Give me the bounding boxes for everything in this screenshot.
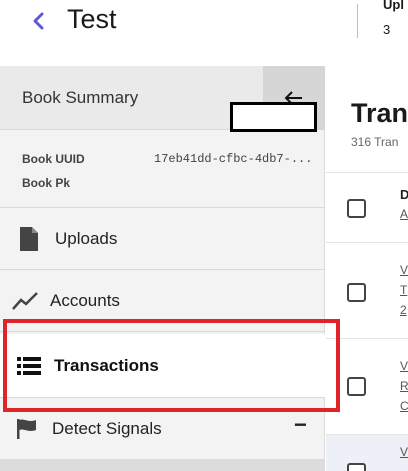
table-header-row: D A bbox=[326, 172, 408, 242]
transactions-count: 316 Tran bbox=[351, 135, 399, 149]
chevron-left-icon bbox=[33, 12, 44, 30]
row-checkbox[interactable] bbox=[347, 463, 366, 471]
row-cell[interactable]: R bbox=[400, 379, 408, 393]
uploads-count-value: 3 bbox=[383, 22, 391, 37]
sidebar-item-label: Accounts bbox=[50, 290, 120, 310]
transactions-title: Tran bbox=[351, 98, 408, 128]
list-icon bbox=[16, 353, 42, 379]
row-cell[interactable]: C bbox=[400, 399, 408, 413]
sidebar-item-label: Detect Signals bbox=[52, 418, 162, 438]
book-uuid-label: Book UUID bbox=[22, 152, 85, 166]
uploads-count-label: Upl bbox=[383, 0, 404, 12]
row-cell[interactable]: V bbox=[400, 445, 408, 459]
table-row[interactable]: V bbox=[326, 434, 408, 471]
column-header-link[interactable]: A bbox=[400, 207, 408, 221]
book-uuid-value: 17eb41dd-cfbc-4db7-... bbox=[154, 152, 313, 166]
book-info-panel: Book UUID 17eb41dd-cfbc-4db7-... Book Pk bbox=[0, 130, 325, 208]
flag-icon bbox=[14, 416, 40, 442]
sidebar-footer bbox=[0, 459, 325, 471]
row-checkbox[interactable] bbox=[347, 377, 366, 396]
book-pk-label: Book Pk bbox=[22, 176, 71, 190]
row-cell[interactable]: 2 bbox=[400, 303, 407, 317]
redacted-book-pk-value bbox=[230, 102, 317, 132]
row-cell[interactable]: V bbox=[400, 359, 408, 373]
sidebar-item-label: Uploads bbox=[55, 228, 118, 248]
chart-line-icon bbox=[12, 288, 38, 314]
column-header: D bbox=[400, 187, 408, 202]
sidebar-item-transactions[interactable]: Transactions bbox=[0, 334, 325, 398]
sidebar-item-detect-signals[interactable]: Detect Signals − bbox=[0, 398, 325, 460]
back-button[interactable] bbox=[28, 10, 50, 32]
header-divider bbox=[357, 4, 358, 38]
page-header: Test Upl 3 bbox=[0, 0, 408, 66]
row-checkbox[interactable] bbox=[347, 283, 366, 302]
page-title: Test bbox=[67, 4, 117, 34]
select-all-checkbox[interactable] bbox=[347, 199, 366, 218]
row-cell[interactable]: T bbox=[400, 283, 407, 297]
sidebar-item-label: Transactions bbox=[54, 355, 159, 375]
table-row[interactable]: V R C bbox=[326, 338, 408, 434]
sidebar-item-uploads[interactable]: Uploads bbox=[0, 208, 325, 270]
sidebar-item-accounts[interactable]: Accounts bbox=[0, 270, 325, 332]
collapse-section-icon[interactable]: − bbox=[294, 412, 307, 438]
main-content: Tran 316 Tran D A V T 2 V R C V bbox=[326, 66, 408, 471]
file-icon bbox=[16, 226, 42, 252]
table-row[interactable]: V T 2 bbox=[326, 242, 408, 338]
row-cell[interactable]: V bbox=[400, 263, 408, 277]
book-summary-label: Book Summary bbox=[22, 88, 139, 107]
